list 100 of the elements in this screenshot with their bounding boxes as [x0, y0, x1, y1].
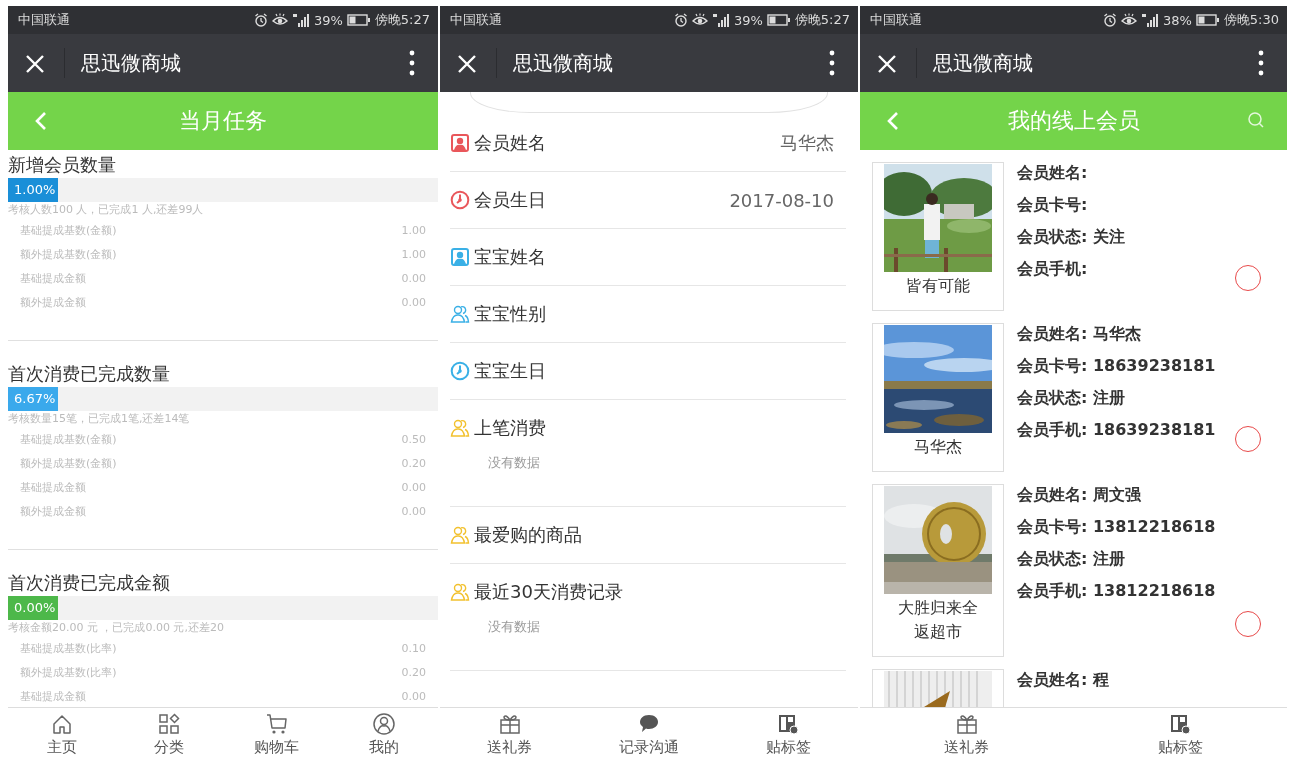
member-detail: 会员姓名: 程 — [1017, 669, 1109, 691]
clock-time: 傍晚5:27 — [794, 11, 850, 29]
cart-icon — [264, 711, 289, 736]
member-detail: 会员手机: — [1017, 258, 1089, 280]
nav-item[interactable]: 购物车 — [246, 711, 307, 757]
eye-icon — [691, 13, 708, 27]
member-detail: 会员手机: 18639238181 — [1017, 419, 1216, 441]
row-label: 额外提成基数(金额) — [20, 455, 117, 471]
eye-icon — [271, 13, 288, 27]
member-detail: 会员卡号: 13812218618 — [1017, 516, 1216, 538]
nav-item[interactable]: 送礼券 — [936, 711, 997, 757]
alarm-clock-icon — [673, 13, 688, 27]
battery-icon — [1195, 14, 1220, 26]
field-label: 宝宝姓名 — [474, 245, 546, 269]
row-label: 额外提成金额 — [20, 503, 86, 519]
nav-item[interactable]: 主页 — [31, 711, 92, 757]
field-value: 马华杰 — [780, 131, 835, 155]
carrier-name: 中国联通 — [870, 11, 922, 29]
member-detail: 会员状态: 注册 — [1017, 548, 1126, 570]
eye-icon — [1120, 13, 1137, 27]
row-value: 0.50 — [401, 432, 426, 446]
member-caption: 马华杰 — [913, 436, 963, 458]
clock-time: 傍晚5:30 — [1223, 11, 1279, 29]
field-label: 宝宝生日 — [474, 359, 546, 383]
field-label: 上笔消费 — [474, 416, 546, 440]
member-detail: 会员手机: 13812218618 — [1017, 580, 1216, 602]
task-title: 新增会员数量 — [8, 153, 117, 177]
member-detail: 会员状态: 注册 — [1017, 387, 1126, 409]
row-value: 0.10 — [401, 641, 426, 655]
user-icon — [372, 711, 397, 736]
task-summary: 考核金额20.00 元 ，已完成0.00 元,还差20 — [8, 620, 225, 636]
task-summary: 考核人数100 人，已完成1 人,还差99人 — [8, 202, 205, 218]
field-label: 会员生日 — [474, 188, 546, 212]
photo-card[interactable]: 皆有可能 — [872, 162, 1004, 311]
nav-item[interactable]: 我的 — [354, 711, 415, 757]
row-label: 额外提成基数(比率) — [20, 664, 117, 680]
row-value: 0.20 — [401, 456, 426, 470]
row-label: 基础提成金额 — [20, 479, 86, 495]
task-summary: 考核数量15笔，已完成1笔,还差14笔 — [8, 411, 191, 427]
row-label: 基础提成基数(比率) — [20, 640, 117, 656]
member-detail: 会员姓名: 马华杰 — [1017, 323, 1142, 345]
battery-percent: 39% — [313, 12, 343, 28]
member-caption: 皆有可能 — [905, 275, 971, 297]
member-detail: 会员状态: 关注 — [1017, 226, 1125, 248]
member-detail: 会员姓名: — [1017, 162, 1089, 184]
signal-icon — [711, 13, 730, 27]
member-detail: 会员姓名: 周文强 — [1017, 484, 1142, 506]
row-value: 0.00 — [401, 689, 426, 703]
row-value: 0.00 — [401, 480, 426, 494]
task-title: 首次消费已完成金额 — [8, 571, 171, 595]
battery-icon — [766, 14, 791, 26]
nav-item[interactable]: 贴标签 — [758, 711, 819, 757]
nav-item[interactable]: 贴标签 — [1150, 711, 1211, 757]
field-value: 2017-08-10 — [729, 189, 835, 211]
field-label: 会员姓名 — [474, 131, 546, 155]
app-title: 思迅微商城 — [933, 49, 1033, 77]
row-value: 0.00 — [401, 504, 426, 518]
member-caption: 大胜归来全返超市 — [898, 597, 978, 643]
nav-item[interactable]: 送礼券 — [479, 711, 540, 757]
category-icon — [157, 711, 182, 736]
photo-card[interactable]: 马华杰 — [872, 323, 1004, 472]
empty-note: 没有数据 — [487, 454, 541, 472]
nav-item[interactable]: 记录沟通 — [619, 711, 679, 757]
signal-icon — [291, 13, 310, 27]
carrier-name: 中国联通 — [18, 11, 70, 29]
member-detail: 会员卡号: 18639238181 — [1017, 355, 1216, 377]
field-label: 最近30天消费记录 — [474, 580, 623, 604]
row-label: 基础提成金额 — [20, 688, 86, 704]
row-label: 基础提成基数(金额) — [20, 431, 117, 447]
signal-icon — [1140, 13, 1159, 27]
alarm-clock-icon — [253, 13, 268, 27]
row-value: 1.00 — [401, 247, 426, 261]
page-title: 我的线上会员 — [1006, 107, 1141, 135]
row-value: 0.00 — [401, 295, 426, 309]
task-title: 首次消费已完成数量 — [8, 362, 171, 386]
row-label: 基础提成金额 — [20, 270, 86, 286]
percent-badge: 0.00% — [8, 596, 58, 620]
row-value: 0.20 — [401, 665, 426, 679]
field-label: 最爱购的商品 — [474, 523, 582, 547]
row-value: 0.00 — [401, 271, 426, 285]
app-title: 思迅微商城 — [513, 49, 613, 77]
row-label: 额外提成金额 — [20, 294, 86, 310]
nav-item[interactable]: 分类 — [139, 711, 200, 757]
alarm-clock-icon — [1102, 13, 1117, 27]
battery-percent: 38% — [1162, 12, 1192, 28]
app-title: 思迅微商城 — [81, 49, 181, 77]
row-value: 1.00 — [401, 223, 426, 237]
battery-percent: 39% — [733, 12, 763, 28]
field-label: 宝宝性别 — [474, 302, 546, 326]
battery-icon — [346, 14, 371, 26]
clock-time: 傍晚5:27 — [374, 11, 430, 29]
row-label: 额外提成基数(金额) — [20, 246, 117, 262]
member-detail: 会员卡号: — [1017, 194, 1089, 216]
row-label: 基础提成基数(金额) — [20, 222, 117, 238]
empty-note: 没有数据 — [487, 618, 541, 636]
page-title: 当月任务 — [178, 107, 268, 135]
percent-badge: 6.67% — [8, 387, 58, 411]
photo-card[interactable]: 大胜归来全返超市 — [872, 484, 1004, 657]
carrier-name: 中国联通 — [450, 11, 502, 29]
percent-badge: 1.00% — [8, 178, 58, 202]
